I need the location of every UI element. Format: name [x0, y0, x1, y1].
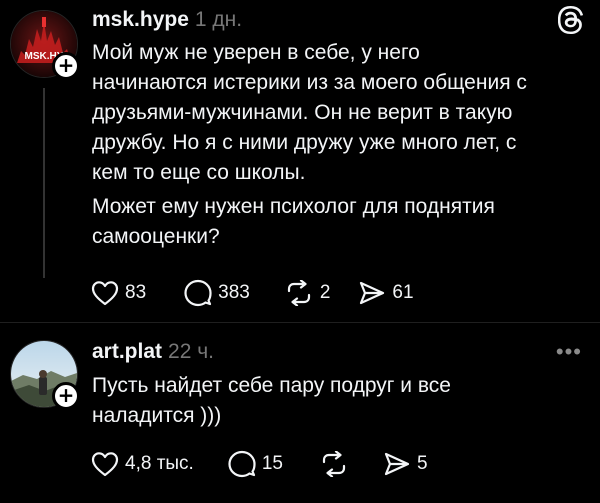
- repost-count: 2: [319, 282, 331, 303]
- share-count: 5: [416, 453, 428, 474]
- thread-reply: + art.plat 22 ч. ••• Пусть найдет себе па…: [0, 323, 600, 503]
- reply-text: Пусть найдет себе пару подруг и все нала…: [92, 374, 451, 427]
- avatar[interactable]: MSK.HY +: [10, 10, 80, 80]
- post-paragraph: Мой муж не уверен в себе, у него начинаю…: [92, 41, 527, 184]
- like-count: 4,8 тыс.: [125, 453, 194, 474]
- post-paragraph: Может ему нужен психолог для поднятия са…: [92, 195, 495, 248]
- share-icon: [384, 452, 410, 476]
- comment-button[interactable]: 15: [228, 450, 283, 478]
- avatar[interactable]: +: [10, 340, 80, 410]
- reply-time: 22 ч.: [168, 340, 214, 363]
- repost-icon: [322, 451, 346, 477]
- post-content: Мой муж не уверен в себе, у него начинаю…: [92, 38, 532, 252]
- thread-post: MSK.HY + msk.hype 1 дн. Мой муж не уверен…: [0, 0, 600, 315]
- repost-button[interactable]: [319, 451, 355, 477]
- like-button[interactable]: 83: [91, 280, 146, 306]
- share-button[interactable]: 5: [383, 451, 428, 477]
- follow-plus-icon[interactable]: +: [52, 382, 80, 410]
- comment-count: 383: [218, 282, 250, 303]
- post-username[interactable]: msk.hype: [92, 8, 189, 31]
- reply-username[interactable]: art.plat: [92, 340, 162, 363]
- comment-button[interactable]: 383: [184, 279, 250, 307]
- like-count: 83: [125, 282, 147, 303]
- share-icon: [360, 281, 385, 305]
- share-count: 61: [392, 282, 414, 303]
- repost-button[interactable]: 2: [284, 280, 331, 306]
- post-actions: 83 383 2 61: [91, 276, 442, 310]
- thread-line: [43, 88, 45, 278]
- like-button[interactable]: 4,8 тыс.: [91, 451, 194, 477]
- comment-count: 15: [261, 453, 283, 474]
- reply-content: Пусть найдет себе пару подруг и все нала…: [92, 371, 532, 431]
- repost-icon: [287, 280, 310, 306]
- comment-icon: [184, 279, 212, 307]
- follow-plus-icon[interactable]: +: [52, 52, 80, 80]
- more-options-icon[interactable]: •••: [556, 341, 582, 363]
- post-time: 1 дн.: [194, 8, 243, 31]
- reply-actions: 4,8 тыс. 15 5: [91, 447, 456, 481]
- comment-icon: [228, 450, 256, 478]
- share-button[interactable]: 61: [358, 280, 414, 306]
- heart-icon: [91, 281, 119, 306]
- heart-icon: [91, 452, 119, 477]
